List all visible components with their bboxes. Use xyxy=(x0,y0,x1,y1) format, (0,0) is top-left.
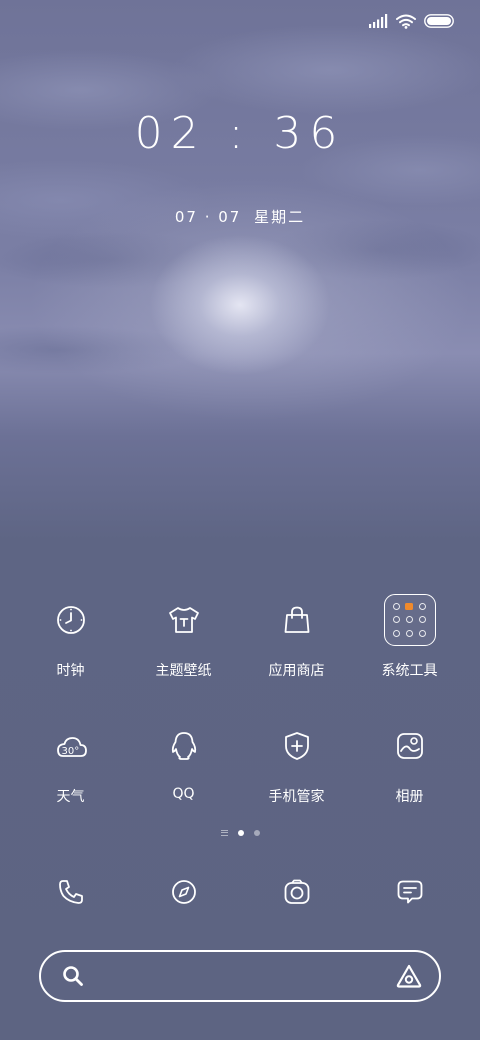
page-indicator[interactable] xyxy=(0,830,480,836)
minus-one-screen-icon[interactable] xyxy=(220,830,228,836)
shield-plus-icon xyxy=(269,718,325,774)
app-folder-system-tools[interactable]: 系统工具 xyxy=(353,592,466,718)
app-clock[interactable]: 时钟 xyxy=(14,592,127,718)
app-label: QQ xyxy=(172,786,195,802)
app-label: 主题壁纸 xyxy=(155,663,212,679)
wifi-icon xyxy=(396,14,416,29)
app-qq[interactable]: QQ xyxy=(127,718,240,844)
folder-mini-icon xyxy=(417,628,428,639)
dock xyxy=(0,866,480,922)
search-icon[interactable] xyxy=(61,964,85,988)
app-label: 天气 xyxy=(56,789,85,805)
app-phone-manager[interactable]: 手机管家 xyxy=(240,718,353,844)
qq-penguin-icon xyxy=(156,718,212,774)
dock-phone[interactable] xyxy=(14,866,127,922)
folder-mini-icon xyxy=(391,614,402,625)
app-label: 系统工具 xyxy=(381,663,438,679)
gallery-icon xyxy=(382,718,438,774)
search-bar[interactable] xyxy=(39,950,441,1002)
battery-icon xyxy=(424,14,454,28)
weather-icon: 30° xyxy=(43,718,99,774)
app-row-1: 时钟 主题壁纸 应用商店 系统工具 xyxy=(0,592,480,718)
app-label: 应用商店 xyxy=(268,663,325,679)
browser-compass-icon xyxy=(169,877,199,911)
date-text: 07 · 07 xyxy=(174,208,242,226)
app-row-2: 30° 天气 QQ 手机管家 相册 xyxy=(0,718,480,844)
dock-messages[interactable] xyxy=(353,866,466,922)
app-weather[interactable]: 30° 天气 xyxy=(14,718,127,844)
weekday-text: 星期二 xyxy=(254,208,306,226)
tshirt-icon xyxy=(156,592,212,648)
phone-icon xyxy=(56,877,86,911)
shopping-bag-icon xyxy=(269,592,325,648)
clock-icon xyxy=(43,592,99,648)
assistant-icon[interactable] xyxy=(395,963,423,989)
folder-icon xyxy=(383,594,436,646)
message-icon xyxy=(395,877,425,911)
folder-mini-icon xyxy=(404,601,415,612)
clock-date[interactable]: 07 · 07 星期二 xyxy=(0,206,480,227)
folder-mini-icon xyxy=(391,628,402,639)
status-bar xyxy=(369,10,454,32)
folder-icon-wrap xyxy=(382,592,438,648)
folder-mini-icon xyxy=(417,614,428,625)
folder-mini-icon xyxy=(404,614,415,625)
page-dot-active[interactable] xyxy=(237,830,244,836)
folder-mini-icon xyxy=(417,601,428,612)
app-themes[interactable]: 主题壁纸 xyxy=(127,592,240,718)
clock-time[interactable]: 02 : 36 xyxy=(0,108,480,159)
page-dot[interactable] xyxy=(253,830,260,836)
app-store[interactable]: 应用商店 xyxy=(240,592,353,718)
app-label: 相册 xyxy=(395,789,424,805)
app-label: 手机管家 xyxy=(268,789,325,805)
app-gallery[interactable]: 相册 xyxy=(353,718,466,844)
folder-mini-icon xyxy=(404,628,415,639)
weather-temp: 30° xyxy=(61,746,79,757)
camera-icon xyxy=(282,877,312,911)
folder-mini-icon xyxy=(391,601,402,612)
signal-bars-icon xyxy=(369,14,388,28)
dock-camera[interactable] xyxy=(240,866,353,922)
app-grid: 时钟 主题壁纸 应用商店 系统工具 30° 天气 QQ 手机管家 相册 xyxy=(0,592,480,844)
app-label: 时钟 xyxy=(56,663,85,679)
dock-browser[interactable] xyxy=(127,866,240,922)
